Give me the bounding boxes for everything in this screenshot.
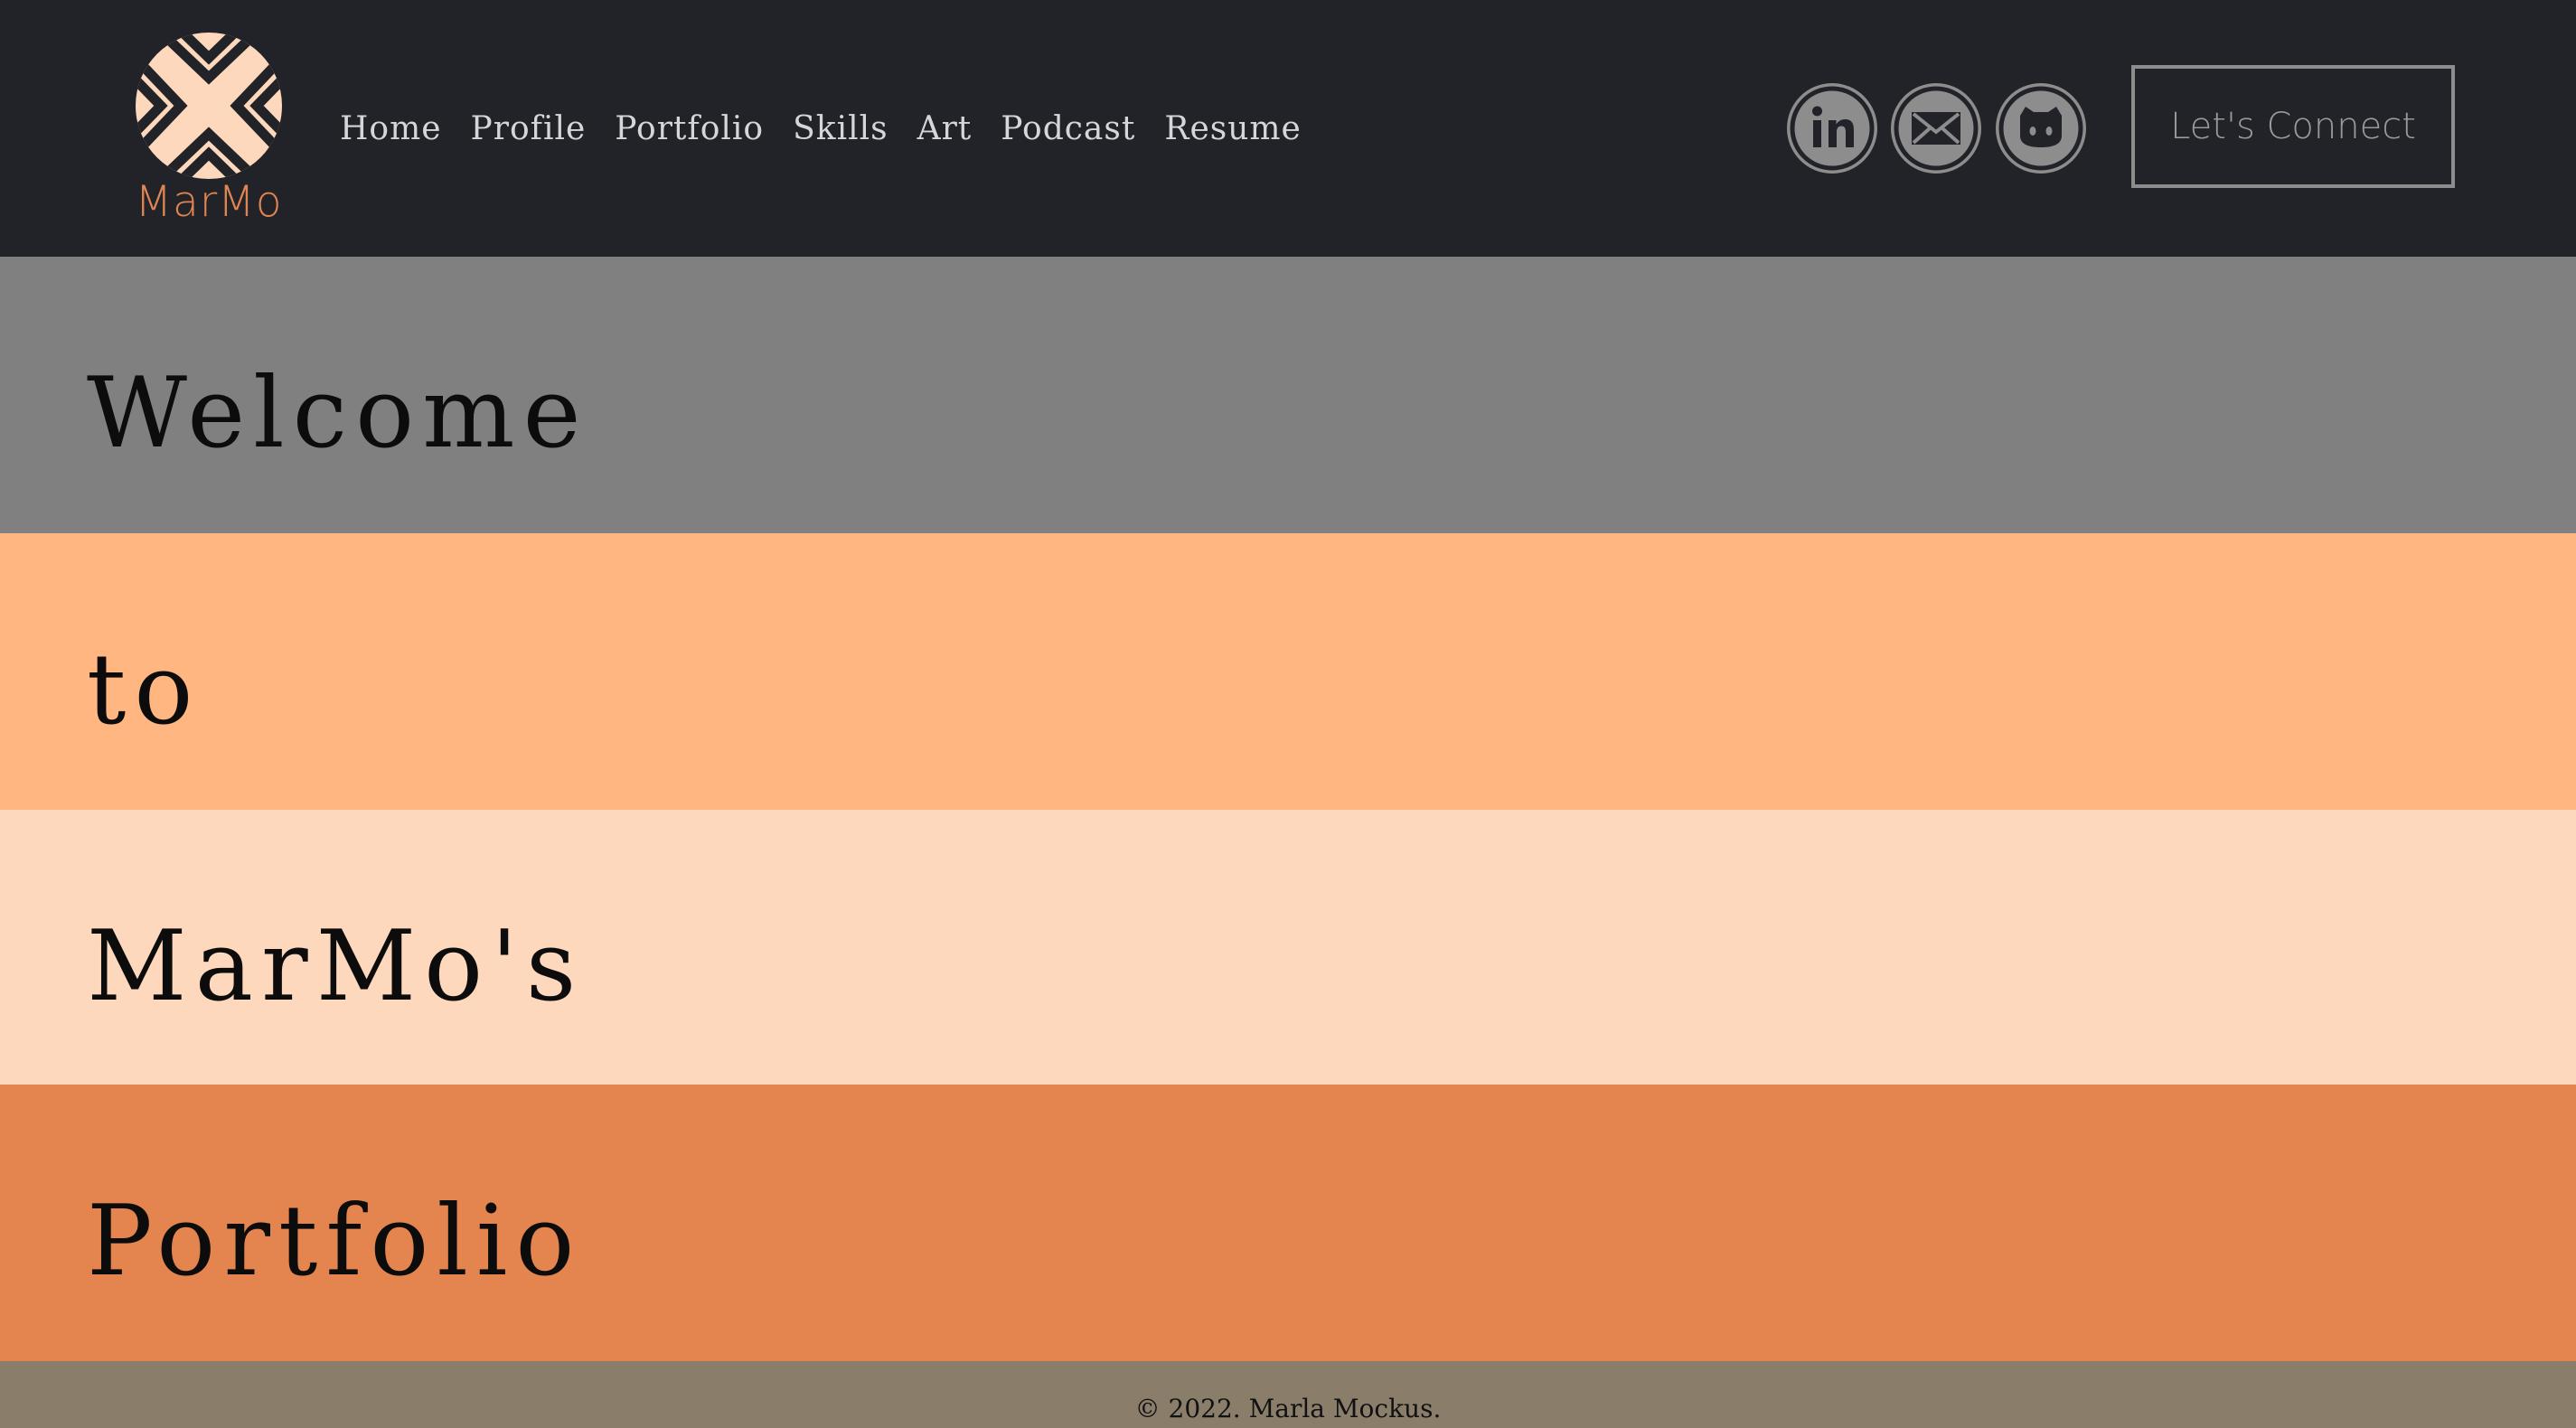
lets-connect-button[interactable]: Let's Connect	[2131, 65, 2455, 188]
nav-home[interactable]: Home	[340, 110, 442, 147]
hero-band-marmos: MarMo's	[0, 810, 2576, 1086]
nav-art[interactable]: Art	[917, 110, 973, 147]
email-icon[interactable]	[1891, 83, 1981, 174]
logo-text: MarMo	[135, 177, 283, 227]
logo-mark-icon	[136, 33, 282, 179]
nav-skills[interactable]: Skills	[793, 110, 888, 147]
hero-band-portfolio: Portfolio	[0, 1085, 2576, 1361]
hero-band-to: to	[0, 533, 2576, 810]
nav-resume[interactable]: Resume	[1164, 110, 1302, 147]
hero-line-4: Portfolio	[87, 1185, 583, 1298]
hero-band-welcome: Welcome	[0, 257, 2576, 533]
logo[interactable]: MarMo	[127, 33, 291, 227]
github-icon[interactable]	[1996, 83, 2086, 174]
nav-portfolio[interactable]: Portfolio	[615, 110, 764, 147]
nav-podcast[interactable]: Podcast	[1001, 110, 1135, 147]
nav-profile[interactable]: Profile	[471, 110, 587, 147]
copyright-text: © 2022. Marla Mockus.	[1134, 1394, 1442, 1423]
site-footer: © 2022. Marla Mockus.	[0, 1361, 2576, 1428]
hero-line-1: Welcome	[87, 357, 589, 470]
hero-line-2: to	[87, 634, 202, 747]
main-nav: Home Profile Portfolio Skills Art Podcas…	[340, 101, 1302, 155]
linkedin-icon[interactable]	[1787, 83, 1877, 174]
site-header: MarMo Home Profile Portfolio Skills Art …	[0, 0, 2576, 257]
hero-line-3: MarMo's	[87, 910, 585, 1023]
